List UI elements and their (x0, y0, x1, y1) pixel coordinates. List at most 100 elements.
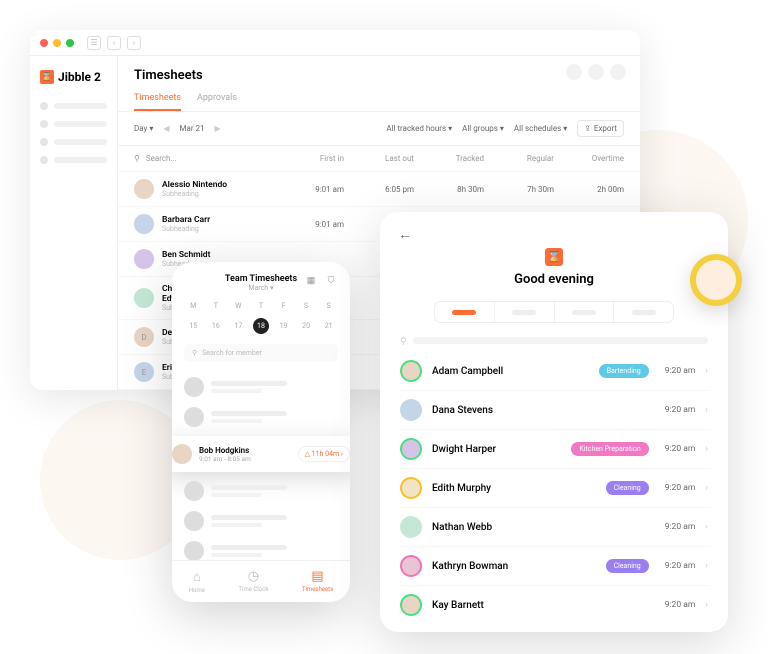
sidebar: ⌛ Jibble 2 (30, 56, 118, 390)
tab-approvals[interactable]: Approvals (197, 93, 237, 111)
minimize-icon[interactable] (53, 39, 61, 47)
page-title: Timesheets (134, 68, 624, 83)
avatar: D (134, 327, 154, 347)
filter-groups[interactable]: All groups ▾ (462, 124, 504, 133)
sidebar-item[interactable] (40, 138, 107, 146)
date-label[interactable]: Mar 21 (179, 124, 204, 133)
member-row[interactable]: Adam CampbellBartending9:20 am› (398, 352, 710, 391)
avatar (400, 516, 422, 538)
list-item[interactable] (184, 506, 338, 536)
day-label: M (185, 302, 201, 310)
sidebar-item[interactable] (40, 120, 107, 128)
brand-name: Jibble 2 (58, 70, 101, 84)
member-row[interactable]: Kay Barnett9:20 am› (398, 586, 710, 622)
avatar (400, 555, 422, 577)
header-action-icon[interactable] (566, 64, 582, 80)
member-row[interactable]: Dana Stevens9:20 am› (398, 391, 710, 430)
floating-avatar[interactable] (690, 254, 742, 306)
date-cell[interactable]: 19 (276, 318, 292, 334)
tablet-search-input[interactable] (413, 337, 708, 344)
nav-forward-icon[interactable]: › (127, 36, 141, 50)
maximize-icon[interactable] (66, 39, 74, 47)
date-cell[interactable]: 21 (321, 318, 337, 334)
segment[interactable] (495, 302, 555, 322)
segment-control[interactable] (434, 301, 674, 323)
list-item-highlighted[interactable]: Bob Hodgkins9:01 am - 8:05 am△ 11h 04m › (172, 436, 350, 472)
avatar (184, 511, 204, 531)
avatar (184, 377, 204, 397)
member-row[interactable]: Dwight HarperKitchen Preparation9:20 am› (398, 430, 710, 469)
avatar (184, 481, 204, 501)
segment[interactable] (614, 302, 673, 322)
date-next-icon[interactable]: ▶ (215, 124, 221, 133)
avatar (134, 214, 154, 234)
list-item[interactable] (184, 402, 338, 432)
tablet-window: ← ⌛ Good evening ⚲ Adam CampbellBartendi… (380, 212, 728, 632)
sidebar-item[interactable] (40, 156, 107, 164)
avatar (184, 541, 204, 560)
avatar (172, 444, 192, 464)
date-cell[interactable]: 20 (298, 318, 314, 334)
duration-badge: △ 11h 04m › (298, 446, 350, 462)
nav-sheet[interactable]: ▤Timesheets (302, 569, 333, 594)
filter-schedules[interactable]: All schedules ▾ (514, 124, 567, 133)
export-button[interactable]: ⇪ Export (577, 120, 624, 137)
member-row[interactable]: Edith MurphyCleaning9:20 am› (398, 469, 710, 508)
member-row[interactable]: Kathryn BowmanCleaning9:20 am› (398, 547, 710, 586)
day-label: W (230, 302, 246, 310)
filter-hours[interactable]: All tracked hours ▾ (386, 124, 452, 133)
activity-badge: Kitchen Preparation (571, 442, 648, 456)
table-row[interactable]: Alessio NintendoSubheading9:01 am6:05 pm… (118, 172, 640, 207)
list-item[interactable] (184, 536, 338, 560)
date-cell[interactable]: 15 (185, 318, 201, 334)
toolbar: Day ▾ ◀ Mar 21 ▶ All tracked hours ▾ All… (118, 111, 640, 146)
date-cell[interactable]: 18 (253, 318, 269, 334)
tab-timesheets[interactable]: Timesheets (134, 93, 181, 111)
day-label: S (298, 302, 314, 310)
view-selector[interactable]: Day ▾ (134, 124, 153, 133)
chevron-right-icon: › (705, 561, 708, 571)
shield-icon[interactable]: ⛉ (324, 274, 338, 288)
date-prev-icon[interactable]: ◀ (163, 124, 169, 133)
home-icon: ⌂ (193, 569, 201, 585)
nav-home[interactable]: ⌂Home (189, 569, 205, 594)
day-label: T (208, 302, 224, 310)
segment[interactable] (435, 302, 495, 322)
brand-logo: ⌛ Jibble 2 (40, 70, 107, 84)
avatar (400, 594, 422, 616)
chevron-right-icon: › (705, 483, 708, 493)
activity-badge: Cleaning (606, 481, 649, 495)
logo-icon: ⌛ (40, 70, 54, 84)
greeting: Good evening (398, 272, 710, 287)
mobile-search-input[interactable]: ⚲ Search for member (184, 344, 338, 362)
sidebar-toggle-icon[interactable]: ☰ (87, 36, 101, 50)
nav-back-icon[interactable]: ‹ (107, 36, 121, 50)
date-cell[interactable]: 17 (230, 318, 246, 334)
table-header: ⚲Search... First in Last out Tracked Reg… (118, 146, 640, 172)
activity-badge: Cleaning (606, 559, 649, 573)
member-row[interactable]: Nathan Webb9:20 am› (398, 508, 710, 547)
list-item[interactable] (184, 476, 338, 506)
day-label: T (253, 302, 269, 310)
logo-icon: ⌛ (545, 248, 563, 266)
header-action-icon[interactable] (588, 64, 604, 80)
back-button[interactable]: ← (398, 226, 710, 243)
sidebar-item[interactable] (40, 102, 107, 110)
chevron-right-icon: › (705, 366, 708, 376)
header-action-icon[interactable] (610, 64, 626, 80)
search-input[interactable]: Search... (146, 154, 177, 163)
avatar (134, 288, 154, 308)
calendar-icon[interactable]: ▦ (304, 274, 318, 288)
avatar (400, 438, 422, 460)
list-item[interactable] (184, 372, 338, 402)
close-icon[interactable] (40, 39, 48, 47)
clock-icon: ◷ (248, 569, 259, 584)
mobile-window: Team Timesheets March ▾ ▦ ⛉ MTWTFSS 1516… (172, 262, 350, 602)
sheet-icon: ▤ (311, 569, 323, 584)
day-label: F (276, 302, 292, 310)
avatar (134, 179, 154, 199)
nav-clock[interactable]: ◷Time Clock (238, 569, 268, 594)
avatar (134, 249, 154, 269)
segment[interactable] (555, 302, 615, 322)
date-cell[interactable]: 16 (208, 318, 224, 334)
